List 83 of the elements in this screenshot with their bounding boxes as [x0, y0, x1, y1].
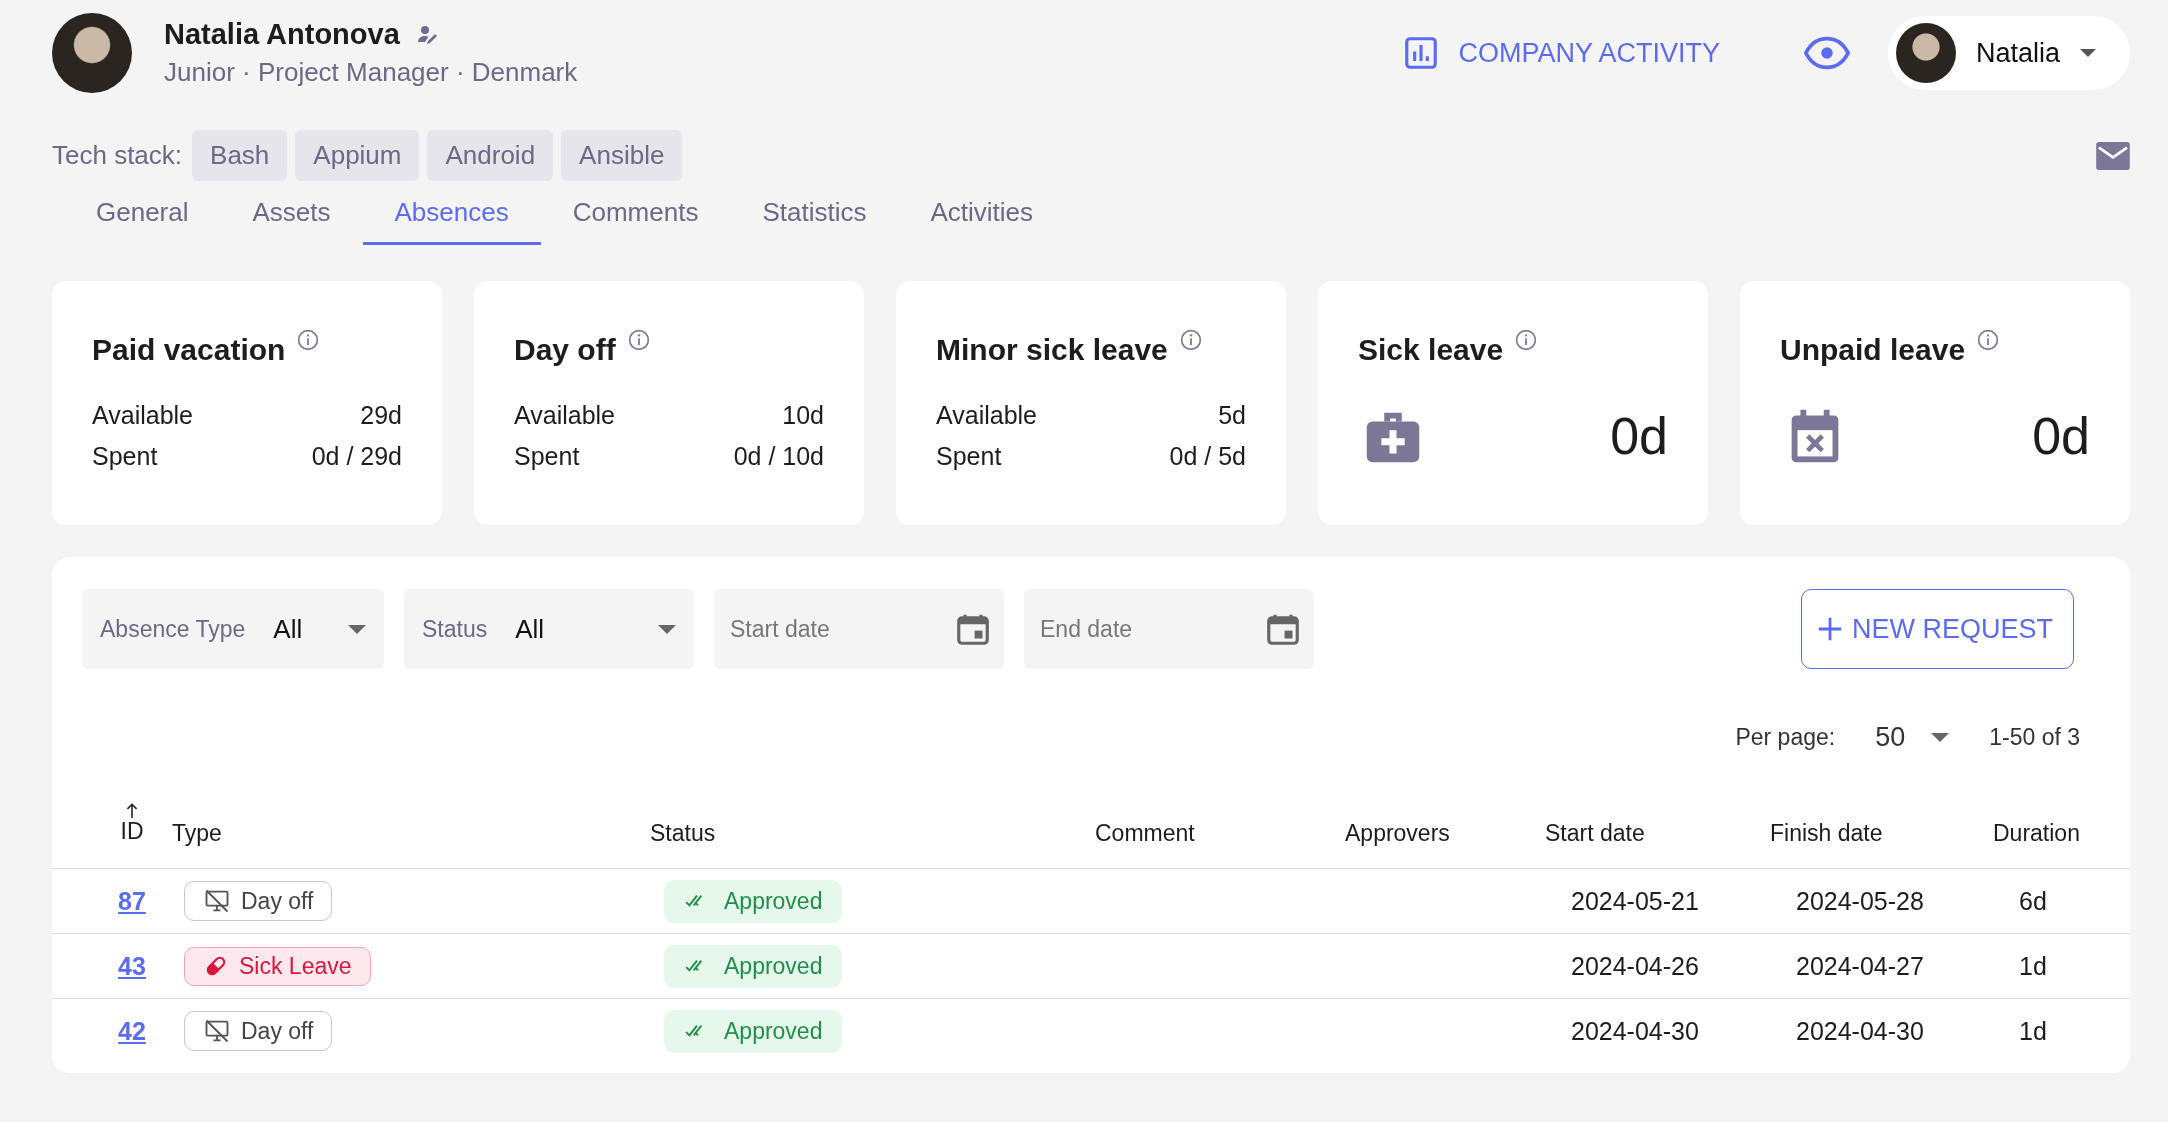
card-title: Minor sick leave: [936, 333, 1168, 367]
card-title: Unpaid leave: [1780, 333, 1966, 367]
finish-date-cell: 2024-05-28: [1796, 886, 1924, 915]
absence-type-tag: Day off: [184, 881, 333, 921]
column-header[interactable]: Type: [172, 819, 222, 846]
user-menu-button[interactable]: Natalia: [1887, 16, 2130, 90]
column-header[interactable]: Status: [650, 819, 716, 846]
tech-tag: Android: [427, 130, 554, 181]
status-tag: Approved: [664, 1009, 843, 1053]
column-header[interactable]: Approvers: [1345, 819, 1450, 846]
balance-value: 0d / 10d: [733, 442, 824, 471]
absence-id-link[interactable]: 87: [118, 886, 146, 916]
caret-icon: [2080, 49, 2096, 57]
tab[interactable]: Statistics: [730, 185, 899, 245]
filter-dropdown[interactable]: Status All: [404, 589, 694, 669]
balance-label: Available: [936, 401, 1037, 430]
mail-icon[interactable]: [2096, 141, 2130, 170]
info-icon[interactable]: [627, 329, 650, 351]
balance-label: Available: [514, 401, 615, 430]
card-title: Day off: [514, 333, 616, 367]
info-icon[interactable]: [1515, 329, 1538, 351]
balance-value: 10d: [782, 401, 824, 430]
card-title: Sick leave: [1358, 333, 1504, 367]
duration-cell: 6d: [2019, 886, 2047, 915]
finish-date-cell: 2024-04-27: [1796, 951, 1924, 980]
absence-type-tag: Sick Leave: [184, 946, 371, 986]
tab[interactable]: Activities: [898, 185, 1066, 245]
status-tag: Approved: [664, 879, 843, 923]
employee-subtitle: Junior · Project Manager · Denmark: [164, 57, 578, 88]
caret-icon: [348, 624, 366, 634]
balance-value: 5d: [1218, 401, 1246, 430]
column-header[interactable]: ID: [120, 817, 144, 845]
balance-label: Spent: [936, 442, 1002, 471]
tab[interactable]: Assets: [220, 185, 363, 245]
caret-icon: [1931, 733, 1950, 742]
page-range: 1-50 of 3: [1989, 724, 2080, 751]
monitor-off-icon: [203, 887, 231, 915]
balance-value: 0d / 5d: [1169, 442, 1246, 471]
absence-id-link[interactable]: 42: [118, 1016, 146, 1046]
caret-icon: [658, 624, 676, 634]
monitor-off-icon: [203, 1017, 231, 1045]
per-page-dropdown[interactable]: 50: [1869, 721, 1956, 754]
duration-cell: 1d: [2019, 1016, 2047, 1045]
total-days: 0d: [2032, 406, 2090, 466]
tab[interactable]: Comments: [540, 185, 731, 245]
column-header[interactable]: Comment: [1095, 819, 1195, 846]
avatar-photo: [1895, 23, 1956, 83]
absence-id-link[interactable]: 43: [118, 951, 146, 981]
balance-value: 29d: [360, 401, 402, 430]
per-page-label: Per page:: [1735, 724, 1836, 751]
tab[interactable]: Absences: [362, 185, 541, 245]
total-days: 0d: [1610, 406, 1668, 466]
employee-name: Natalia Antonova: [164, 18, 400, 51]
date-field[interactable]: Start date: [714, 589, 1004, 669]
balance-label: Spent: [514, 442, 580, 471]
column-header[interactable]: Duration: [1993, 819, 2080, 846]
balance-value: 0d / 29d: [311, 442, 402, 471]
tab[interactable]: General: [64, 185, 221, 245]
tech-tag: Appium: [295, 130, 420, 181]
balance-label: Spent: [92, 442, 158, 471]
column-header[interactable]: Start date: [1545, 819, 1645, 846]
plus-icon: [1816, 615, 1844, 643]
sort-up-icon[interactable]: [126, 801, 138, 818]
start-date-cell: 2024-04-30: [1571, 1016, 1699, 1045]
tech-tag: Ansible: [561, 130, 683, 181]
company-activity-button[interactable]: COMPANY ACTIVITY: [1396, 33, 1726, 73]
info-icon[interactable]: [1977, 329, 2000, 351]
tech-stack-label: Tech stack:: [52, 140, 183, 171]
balance-label: Available: [92, 401, 193, 430]
absence-type-tag: Day off: [184, 1011, 333, 1051]
filter-dropdown[interactable]: Absence Type All: [82, 589, 384, 669]
duration-cell: 1d: [2019, 951, 2047, 980]
new-request-button[interactable]: NEW REQUEST: [1801, 589, 2074, 669]
column-header[interactable]: Finish date: [1770, 819, 1883, 846]
start-date-cell: 2024-04-26: [1571, 951, 1699, 980]
start-date-cell: 2024-05-21: [1571, 886, 1699, 915]
status-tag: Approved: [664, 944, 843, 988]
info-icon[interactable]: [297, 329, 320, 351]
card-title: Paid vacation: [92, 333, 286, 367]
date-field[interactable]: End date: [1024, 589, 1314, 669]
tech-tag: Bash: [192, 130, 288, 181]
finish-date-cell: 2024-04-30: [1796, 1016, 1924, 1045]
info-icon[interactable]: [1179, 329, 1202, 351]
